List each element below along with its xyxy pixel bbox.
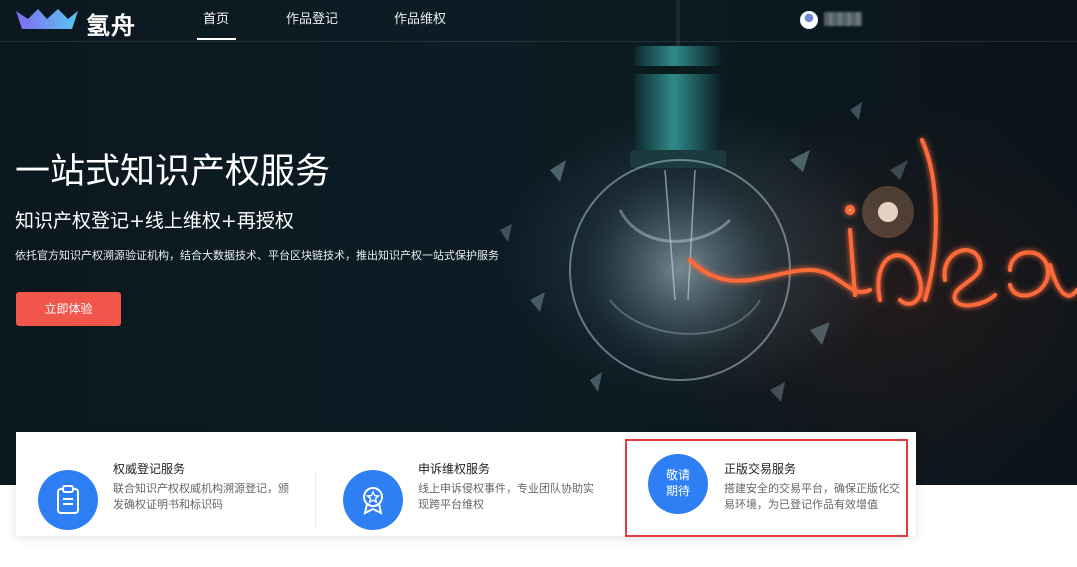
nav-active-indicator	[197, 38, 236, 40]
user-name[interactable]: xxxx	[824, 12, 862, 26]
certificate-clipboard-icon	[57, 485, 79, 514]
user-avatar[interactable]	[800, 11, 818, 29]
service-icon-circle	[38, 470, 98, 530]
service-card-rights-protection[interactable]: 申诉维权服务 线上申诉侵权事件，专业团队协助实现跨平台维权	[321, 432, 621, 536]
hero-title: 一站式知识产权服务	[15, 152, 331, 192]
highlight-annotation-box	[625, 439, 908, 537]
service-title: 权威登记服务	[113, 462, 186, 476]
service-title: 申诉维权服务	[418, 462, 491, 476]
service-icon-circle	[343, 470, 403, 530]
nav-work-rights-protection[interactable]: 作品维权	[394, 0, 446, 41]
top-navigation-bar: 氢舟 首页 作品登记 作品维权 xxxx	[0, 0, 1077, 42]
service-description: 联合知识产权权威机构溯源登记，颁发确权证明书和标识码	[113, 482, 289, 511]
nav-home[interactable]: 首页	[203, 0, 229, 41]
hero-banner: 氢舟 首页 作品登记 作品维权 xxxx 一站式知识产权服务 知识产权登记+线上…	[0, 0, 1077, 485]
service-card-registration[interactable]: 权威登记服务 联合知识产权权威机构溯源登记，颁发确权证明书和标识码	[16, 432, 316, 536]
try-now-button[interactable]: 立即体验	[16, 292, 121, 326]
hero-subtitle: 知识产权登记+线上维权+再授权	[15, 210, 294, 232]
logo-text: 氢舟	[86, 11, 136, 40]
award-badge-icon	[363, 487, 383, 515]
hero-description: 依托官方知识产权溯源验证机构，结合大数据技术、平台区块链技术，推出知识产权一站式…	[15, 249, 499, 262]
service-description: 线上申诉侵权事件，专业团队协助实现跨平台维权	[418, 482, 594, 511]
nav-work-registration[interactable]: 作品登记	[286, 0, 338, 41]
card-divider	[315, 472, 316, 530]
brand-logo[interactable]: 氢舟	[14, 5, 154, 40]
boat-logo-icon	[16, 9, 78, 29]
lightbulb-illustration	[500, 0, 1077, 402]
